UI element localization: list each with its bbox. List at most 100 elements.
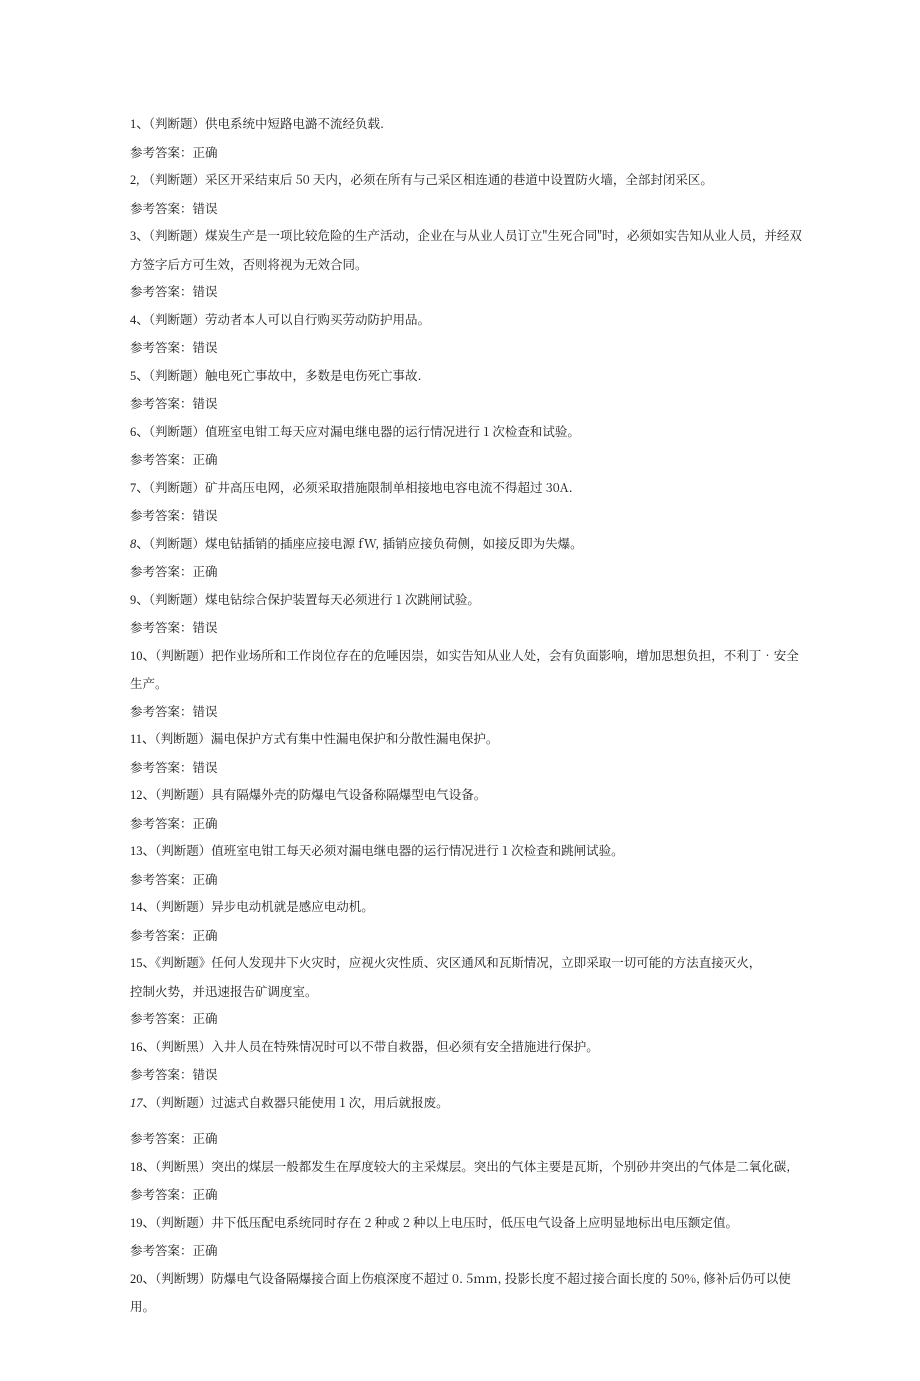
question-text: 值班室电钳工每天必须对漏电继电器的运行情况进行 1 次检查和跳闸试验。 bbox=[211, 841, 623, 859]
question-number: 3、 bbox=[130, 229, 149, 243]
answer-line: 参考答案：错误 bbox=[130, 334, 805, 362]
question-type-label: （判断题） bbox=[155, 897, 211, 915]
question-number: 9、 bbox=[130, 593, 149, 607]
question-item: 3、（判断题）煤炭生产是一项比较危险的生产活动，企业在与从业人员订立"生死合同"… bbox=[130, 222, 805, 278]
answer-prefix: 参考答案： bbox=[130, 1185, 193, 1203]
question-type-label: （判断题） bbox=[149, 226, 205, 244]
question-number: 1、 bbox=[130, 117, 149, 131]
answer-line: 参考答案：正确 bbox=[130, 139, 805, 167]
question-number: 18、 bbox=[130, 1160, 155, 1174]
answer-prefix: 参考答案： bbox=[130, 926, 193, 944]
question-item: 6、（判断题）值班室电钳工每天应对漏电继电器的运行情况进行 1 次检查和试验。 bbox=[130, 418, 805, 447]
question-item: 2, （判断题）采区开采结束后 50 天内，必须在所有与己采区相连通的巷道中设置… bbox=[130, 166, 805, 195]
answer-prefix: 参考答案： bbox=[130, 618, 193, 636]
answer-prefix: 参考答案： bbox=[130, 758, 193, 776]
answer-line: 参考答案：正确 bbox=[130, 866, 805, 894]
question-item: 8、（判断题）煤电钻插销的插座应接电源 fW, 插销应接负荷侧，如接反即为失爆。 bbox=[130, 530, 805, 559]
question-number: 12、 bbox=[130, 788, 155, 802]
question-item: 4、（判断题）劳动者本人可以自行购买劳动防护用品。 bbox=[130, 306, 805, 335]
question-text: 值班室电钳工每天应对漏电继电器的运行情况进行 1 次检查和试验。 bbox=[205, 422, 580, 440]
question-type-label: 《判断题》 bbox=[155, 953, 211, 971]
question-text: 煤电钻综合保护装置每天必须进行 1 次跳闸试验。 bbox=[205, 590, 480, 608]
question-number: 19、 bbox=[130, 1216, 155, 1230]
answer-value: 错误 bbox=[193, 618, 218, 636]
question-type-label: （判断黑） bbox=[155, 1037, 211, 1055]
question-item: 10、（判断题）把作业场所和工作岗位存在的危唾因崇，如实告知从业人处，会有负面影… bbox=[130, 642, 805, 698]
question-text: 煤电钻插销的插座应接电源 fW, 插销应接负荷侧，如接反即为失爆。 bbox=[205, 534, 583, 552]
question-text: 具有隔爆外壳的防爆电气设备称隔爆型电气设备。 bbox=[211, 785, 486, 803]
question-text: 矿井高压电网，必须采取措施限制单相接地电容电流不得超过 30A. bbox=[205, 478, 573, 496]
question-number: 16、 bbox=[130, 1040, 155, 1054]
question-text: 把作业场所和工作岗位存在的危唾因崇，如实告知从业人处，会有负面影响，增加思想负担… bbox=[130, 646, 799, 693]
question-type-label: （判断题） bbox=[155, 1213, 211, 1231]
question-item: 19、（判断题）井下低压配电系统同时存在 2 种或 2 种以上电压时，低压电气设… bbox=[130, 1209, 805, 1238]
question-type-label: （判断甥） bbox=[155, 1269, 211, 1287]
answer-value: 错误 bbox=[193, 702, 218, 720]
question-type-label: （判断题） bbox=[149, 310, 205, 328]
answer-prefix: 参考答案： bbox=[130, 1065, 193, 1083]
answer-value: 错误 bbox=[193, 282, 218, 300]
answer-line: 参考答案：正确 bbox=[130, 1237, 805, 1265]
question-item: 16、（判断黑）入井人员在特殊情况时可以不带自救器，但必须有安全措施进行保护。 bbox=[130, 1033, 805, 1062]
question-type-label: （判断题） bbox=[149, 114, 205, 132]
answer-line: 参考答案：正确 bbox=[130, 1125, 805, 1153]
answer-line: 参考答案：正确 bbox=[130, 1181, 805, 1209]
question-item: 12、（判断题）具有隔爆外壳的防爆电气设备称隔爆型电气设备。 bbox=[130, 781, 805, 810]
question-type-label: （判断题） bbox=[155, 785, 211, 803]
question-type-label: （判断题） bbox=[149, 534, 205, 552]
question-type-label: （判断题） bbox=[155, 729, 211, 747]
answer-line: 参考答案：错误 bbox=[130, 502, 805, 530]
answer-line: 参考答案：错误 bbox=[130, 754, 805, 782]
answer-value: 正确 bbox=[193, 1241, 218, 1259]
answer-value: 正确 bbox=[193, 1129, 218, 1147]
question-text: 突出的煤层一般都发生在厚度较大的主采煤层。突出的气体主要是瓦斯，个别砂井突出的气… bbox=[211, 1157, 790, 1175]
question-text: 触电死亡事故中，多数是电伤死亡事故. bbox=[205, 366, 422, 384]
answer-value: 正确 bbox=[193, 1185, 218, 1203]
answer-prefix: 参考答案： bbox=[130, 394, 193, 412]
answer-line: 参考答案：正确 bbox=[130, 446, 805, 474]
question-text: 采区开采结束后 50 天内，必须在所有与己采区相连通的巷道中设置防火墙，全部封闭… bbox=[205, 170, 713, 188]
question-number: 7、 bbox=[130, 481, 149, 495]
question-text: 异步电动机就是感应电动机。 bbox=[211, 897, 374, 915]
answer-value: 正确 bbox=[193, 143, 218, 161]
answer-prefix: 参考答案： bbox=[130, 1241, 193, 1259]
question-number: 6、 bbox=[130, 425, 149, 439]
question-type-label: （判断题） bbox=[149, 422, 205, 440]
question-item: 18、（判断黑）突出的煤层一般都发生在厚度较大的主采煤层。突出的气体主要是瓦斯，… bbox=[130, 1153, 805, 1182]
question-item: 5、（判断题）触电死亡事故中，多数是电伤死亡事故. bbox=[130, 362, 805, 391]
answer-value: 错误 bbox=[193, 1065, 218, 1083]
question-number: 11、 bbox=[130, 732, 155, 746]
answer-value: 正确 bbox=[193, 1009, 218, 1027]
answer-value: 正确 bbox=[193, 562, 218, 580]
answer-line: 参考答案：错误 bbox=[130, 698, 805, 726]
answer-prefix: 参考答案： bbox=[130, 870, 193, 888]
answer-value: 正确 bbox=[193, 926, 218, 944]
question-item: 17、（判断题）过滤式自救器只能使用 1 次，用后就报废。 bbox=[130, 1089, 805, 1118]
question-item: 9、（判断题）煤电钻综合保护装置每天必须进行 1 次跳闸试验。 bbox=[130, 586, 805, 615]
answer-line: 参考答案：错误 bbox=[130, 195, 805, 223]
answer-line: 参考答案：错误 bbox=[130, 614, 805, 642]
answer-prefix: 参考答案： bbox=[130, 562, 193, 580]
question-text: 过滤式自救器只能使用 1 次，用后就报废。 bbox=[211, 1093, 448, 1111]
answer-line: 参考答案：正确 bbox=[130, 922, 805, 950]
question-number: 17、 bbox=[130, 1096, 155, 1110]
answer-prefix: 参考答案： bbox=[130, 1009, 193, 1027]
answer-line: 参考答案：正确 bbox=[130, 558, 805, 586]
answer-value: 错误 bbox=[193, 394, 218, 412]
answer-value: 正确 bbox=[193, 870, 218, 888]
answer-prefix: 参考答案： bbox=[130, 506, 193, 524]
question-number: 20、 bbox=[130, 1272, 155, 1286]
answer-prefix: 参考答案： bbox=[130, 1129, 193, 1147]
question-text: 入井人员在特殊情况时可以不带自救器，但必须有安全措施进行保护。 bbox=[211, 1037, 599, 1055]
question-item: 1、（判断题）供电系统中短路电潞不流经负载. bbox=[130, 110, 805, 139]
answer-line: 参考答案：正确 bbox=[130, 810, 805, 838]
question-text: 劳动者本人可以自行购买劳动防护用品。 bbox=[205, 310, 430, 328]
answer-prefix: 参考答案： bbox=[130, 199, 193, 217]
question-text: 供电系统中短路电潞不流经负载. bbox=[205, 114, 384, 132]
answer-value: 错误 bbox=[193, 338, 218, 356]
answer-line: 参考答案：错误 bbox=[130, 1061, 805, 1089]
question-number: 2, bbox=[130, 173, 143, 187]
question-number: 4、 bbox=[130, 313, 149, 327]
question-item: 11、（判断题）漏电保护方式有集中性漏电保护和分散性漏电保护。 bbox=[130, 725, 805, 754]
question-text: 任何人发现井下火灾时，应视火灾性质、灾区通风和瓦斯情况，立即采取一切可能的方法直… bbox=[211, 953, 761, 971]
